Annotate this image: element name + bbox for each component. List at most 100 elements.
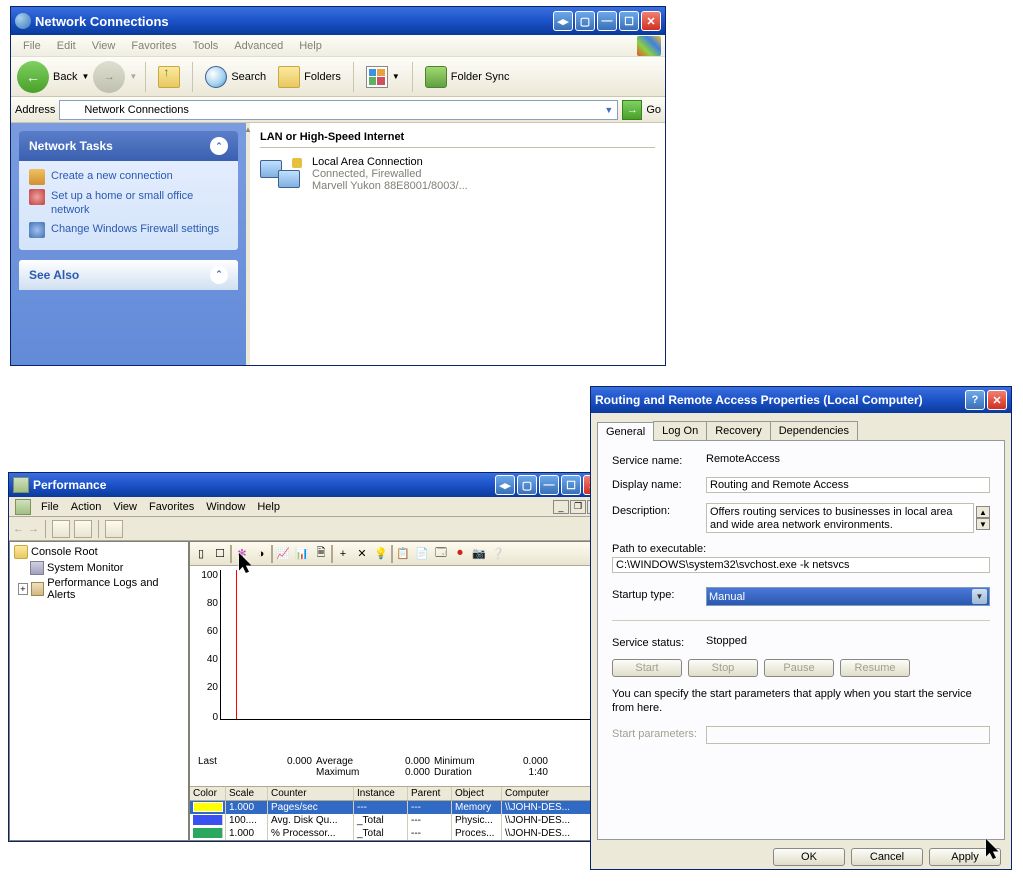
tab-dependencies[interactable]: Dependencies — [770, 421, 858, 440]
fullscreen-button[interactable]: ▢ — [517, 475, 537, 495]
ok-button[interactable]: OK — [773, 848, 845, 866]
delete-icon[interactable]: ✕ — [353, 545, 371, 563]
address-value: Network Connections — [84, 104, 189, 116]
menu-advanced[interactable]: Advanced — [226, 40, 291, 52]
start-button[interactable]: Start — [612, 659, 682, 677]
menu-help[interactable]: Help — [251, 501, 286, 513]
tree-perf-logs[interactable]: +Performance Logs and Alerts — [12, 576, 186, 602]
menu-file[interactable]: File — [15, 40, 49, 52]
back-button[interactable]: ← — [17, 61, 49, 93]
network-icon — [15, 13, 31, 29]
up-button[interactable]: ↑ — [154, 64, 184, 90]
network-icon — [64, 102, 80, 118]
new-counter-set-icon[interactable]: ▯ — [192, 545, 210, 563]
histogram-icon[interactable]: 📊 — [293, 545, 311, 563]
performance-window: Performance ◂▸ ▢ — ☐ ✕ File Action View … — [8, 472, 608, 842]
back-dropdown-icon[interactable]: ▼ — [81, 72, 89, 81]
clear-display-icon[interactable]: ☐ — [211, 545, 229, 563]
nav-prev-button[interactable]: ◂▸ — [553, 11, 573, 31]
titlebar[interactable]: Performance ◂▸ ▢ — ☐ ✕ — [9, 473, 607, 497]
mdi-restore-button[interactable]: ❐ — [570, 500, 586, 514]
maximize-button[interactable]: ☐ — [619, 11, 639, 31]
address-field[interactable]: Network Connections ▼ — [59, 100, 618, 120]
view-log-icon[interactable]: ◑ — [252, 545, 270, 563]
help-icon[interactable]: ❔ — [489, 545, 507, 563]
startup-type-dropdown[interactable]: Manual▼ — [706, 587, 990, 606]
maximize-button[interactable]: ☐ — [561, 475, 581, 495]
content-pane[interactable]: LAN or High-Speed Internet Local Area Co… — [250, 123, 665, 365]
forward-button[interactable]: → — [93, 61, 125, 93]
update-icon[interactable]: 📷 — [470, 545, 488, 563]
tree-console-root[interactable]: Console Root — [12, 544, 186, 560]
folder-sync-button[interactable]: Folder Sync — [421, 64, 514, 90]
menu-tools[interactable]: Tools — [185, 40, 227, 52]
dropdown-icon[interactable]: ▼ — [604, 105, 613, 115]
collapse-icon[interactable]: ⌃ — [210, 266, 228, 284]
description-field[interactable]: Offers routing services to businesses in… — [706, 503, 974, 533]
task-firewall-settings[interactable]: Change Windows Firewall settings — [29, 222, 228, 238]
pause-button[interactable]: Pause — [764, 659, 834, 677]
stop-button[interactable]: Stop — [688, 659, 758, 677]
help-icon[interactable] — [105, 520, 123, 538]
forward-dropdown-icon[interactable]: ▼ — [129, 72, 137, 81]
menu-edit[interactable]: Edit — [49, 40, 84, 52]
close-button[interactable]: ✕ — [987, 390, 1007, 410]
titlebar[interactable]: Network Connections ◂▸ ▢ — ☐ ✕ — [11, 7, 665, 35]
scope-tree[interactable]: Console Root System Monitor +Performance… — [9, 541, 189, 841]
menu-action[interactable]: Action — [65, 501, 108, 513]
add-icon[interactable]: + — [334, 545, 352, 563]
resume-button[interactable]: Resume — [840, 659, 910, 677]
counter-row[interactable]: 1.000% Processor..._Total---Proces...\\J… — [190, 827, 606, 840]
network-tasks-header[interactable]: Network Tasks ⌃ — [19, 131, 238, 161]
menu-file[interactable]: File — [35, 501, 65, 513]
menu-favorites[interactable]: Favorites — [143, 501, 200, 513]
menu-window[interactable]: Window — [200, 501, 251, 513]
highlight-icon[interactable]: 💡 — [372, 545, 390, 563]
start-params-field[interactable] — [706, 726, 990, 744]
menu-view[interactable]: View — [107, 501, 143, 513]
report-icon[interactable]: 🗎 — [312, 545, 330, 563]
paste-icon[interactable]: 📄 — [413, 545, 431, 563]
properties-icon[interactable] — [74, 520, 92, 538]
minimize-button[interactable]: — — [539, 475, 559, 495]
task-create-connection[interactable]: Create a new connection — [29, 169, 228, 185]
chart-area[interactable]: 100806040200 — [190, 566, 606, 754]
counter-row[interactable]: 1.000Pages/sec------Memory\\JOHN-DES... — [190, 801, 606, 814]
views-button[interactable]: ▼ — [362, 64, 404, 90]
connection-icon — [260, 156, 304, 200]
display-name-field[interactable]: Routing and Remote Access — [706, 477, 990, 493]
connection-item[interactable]: Local Area Connection Connected, Firewal… — [260, 156, 655, 200]
close-button[interactable]: ✕ — [641, 11, 661, 31]
properties-icon[interactable]: 🗔 — [432, 545, 450, 563]
dropdown-arrow-icon[interactable]: ▼ — [972, 589, 987, 604]
nav-prev-button[interactable]: ◂▸ — [495, 475, 515, 495]
help-button[interactable]: ? — [965, 390, 985, 410]
menu-help[interactable]: Help — [291, 40, 330, 52]
tab-general[interactable]: General — [597, 422, 654, 441]
scope-icon[interactable] — [52, 520, 70, 538]
cancel-button[interactable]: Cancel — [851, 848, 923, 866]
collapse-icon[interactable]: ⌃ — [210, 137, 228, 155]
chart-icon[interactable]: 📈 — [274, 545, 292, 563]
description-scrollbar[interactable]: ▲▼ — [976, 506, 990, 530]
statistics: Last0.000 Average0.000 Minimum0.000 Maxi… — [190, 754, 606, 786]
task-setup-network[interactable]: Set up a home or small office network — [29, 189, 228, 218]
menu-view[interactable]: View — [84, 40, 124, 52]
freeze-icon[interactable]: ⏺ — [451, 545, 469, 563]
titlebar[interactable]: Routing and Remote Access Properties (Lo… — [591, 387, 1011, 413]
mdi-minimize-button[interactable]: _ — [553, 500, 569, 514]
tree-system-monitor[interactable]: System Monitor — [12, 560, 186, 576]
minimize-button[interactable]: — — [597, 11, 617, 31]
search-button[interactable]: Search — [201, 64, 270, 90]
go-button[interactable]: → — [622, 100, 642, 120]
tab-recovery[interactable]: Recovery — [706, 421, 770, 440]
see-also-header[interactable]: See Also ⌃ — [19, 260, 238, 290]
menu-favorites[interactable]: Favorites — [123, 40, 184, 52]
tab-logon[interactable]: Log On — [653, 421, 707, 440]
counter-list[interactable]: Color Scale Counter Instance Parent Obje… — [190, 786, 606, 840]
fullscreen-button[interactable]: ▢ — [575, 11, 595, 31]
counter-row[interactable]: 100....Avg. Disk Qu..._Total---Physic...… — [190, 814, 606, 827]
start-params-label: Start parameters: — [612, 726, 706, 740]
copy-icon[interactable]: 📋 — [394, 545, 412, 563]
folders-button[interactable]: Folders — [274, 64, 345, 90]
